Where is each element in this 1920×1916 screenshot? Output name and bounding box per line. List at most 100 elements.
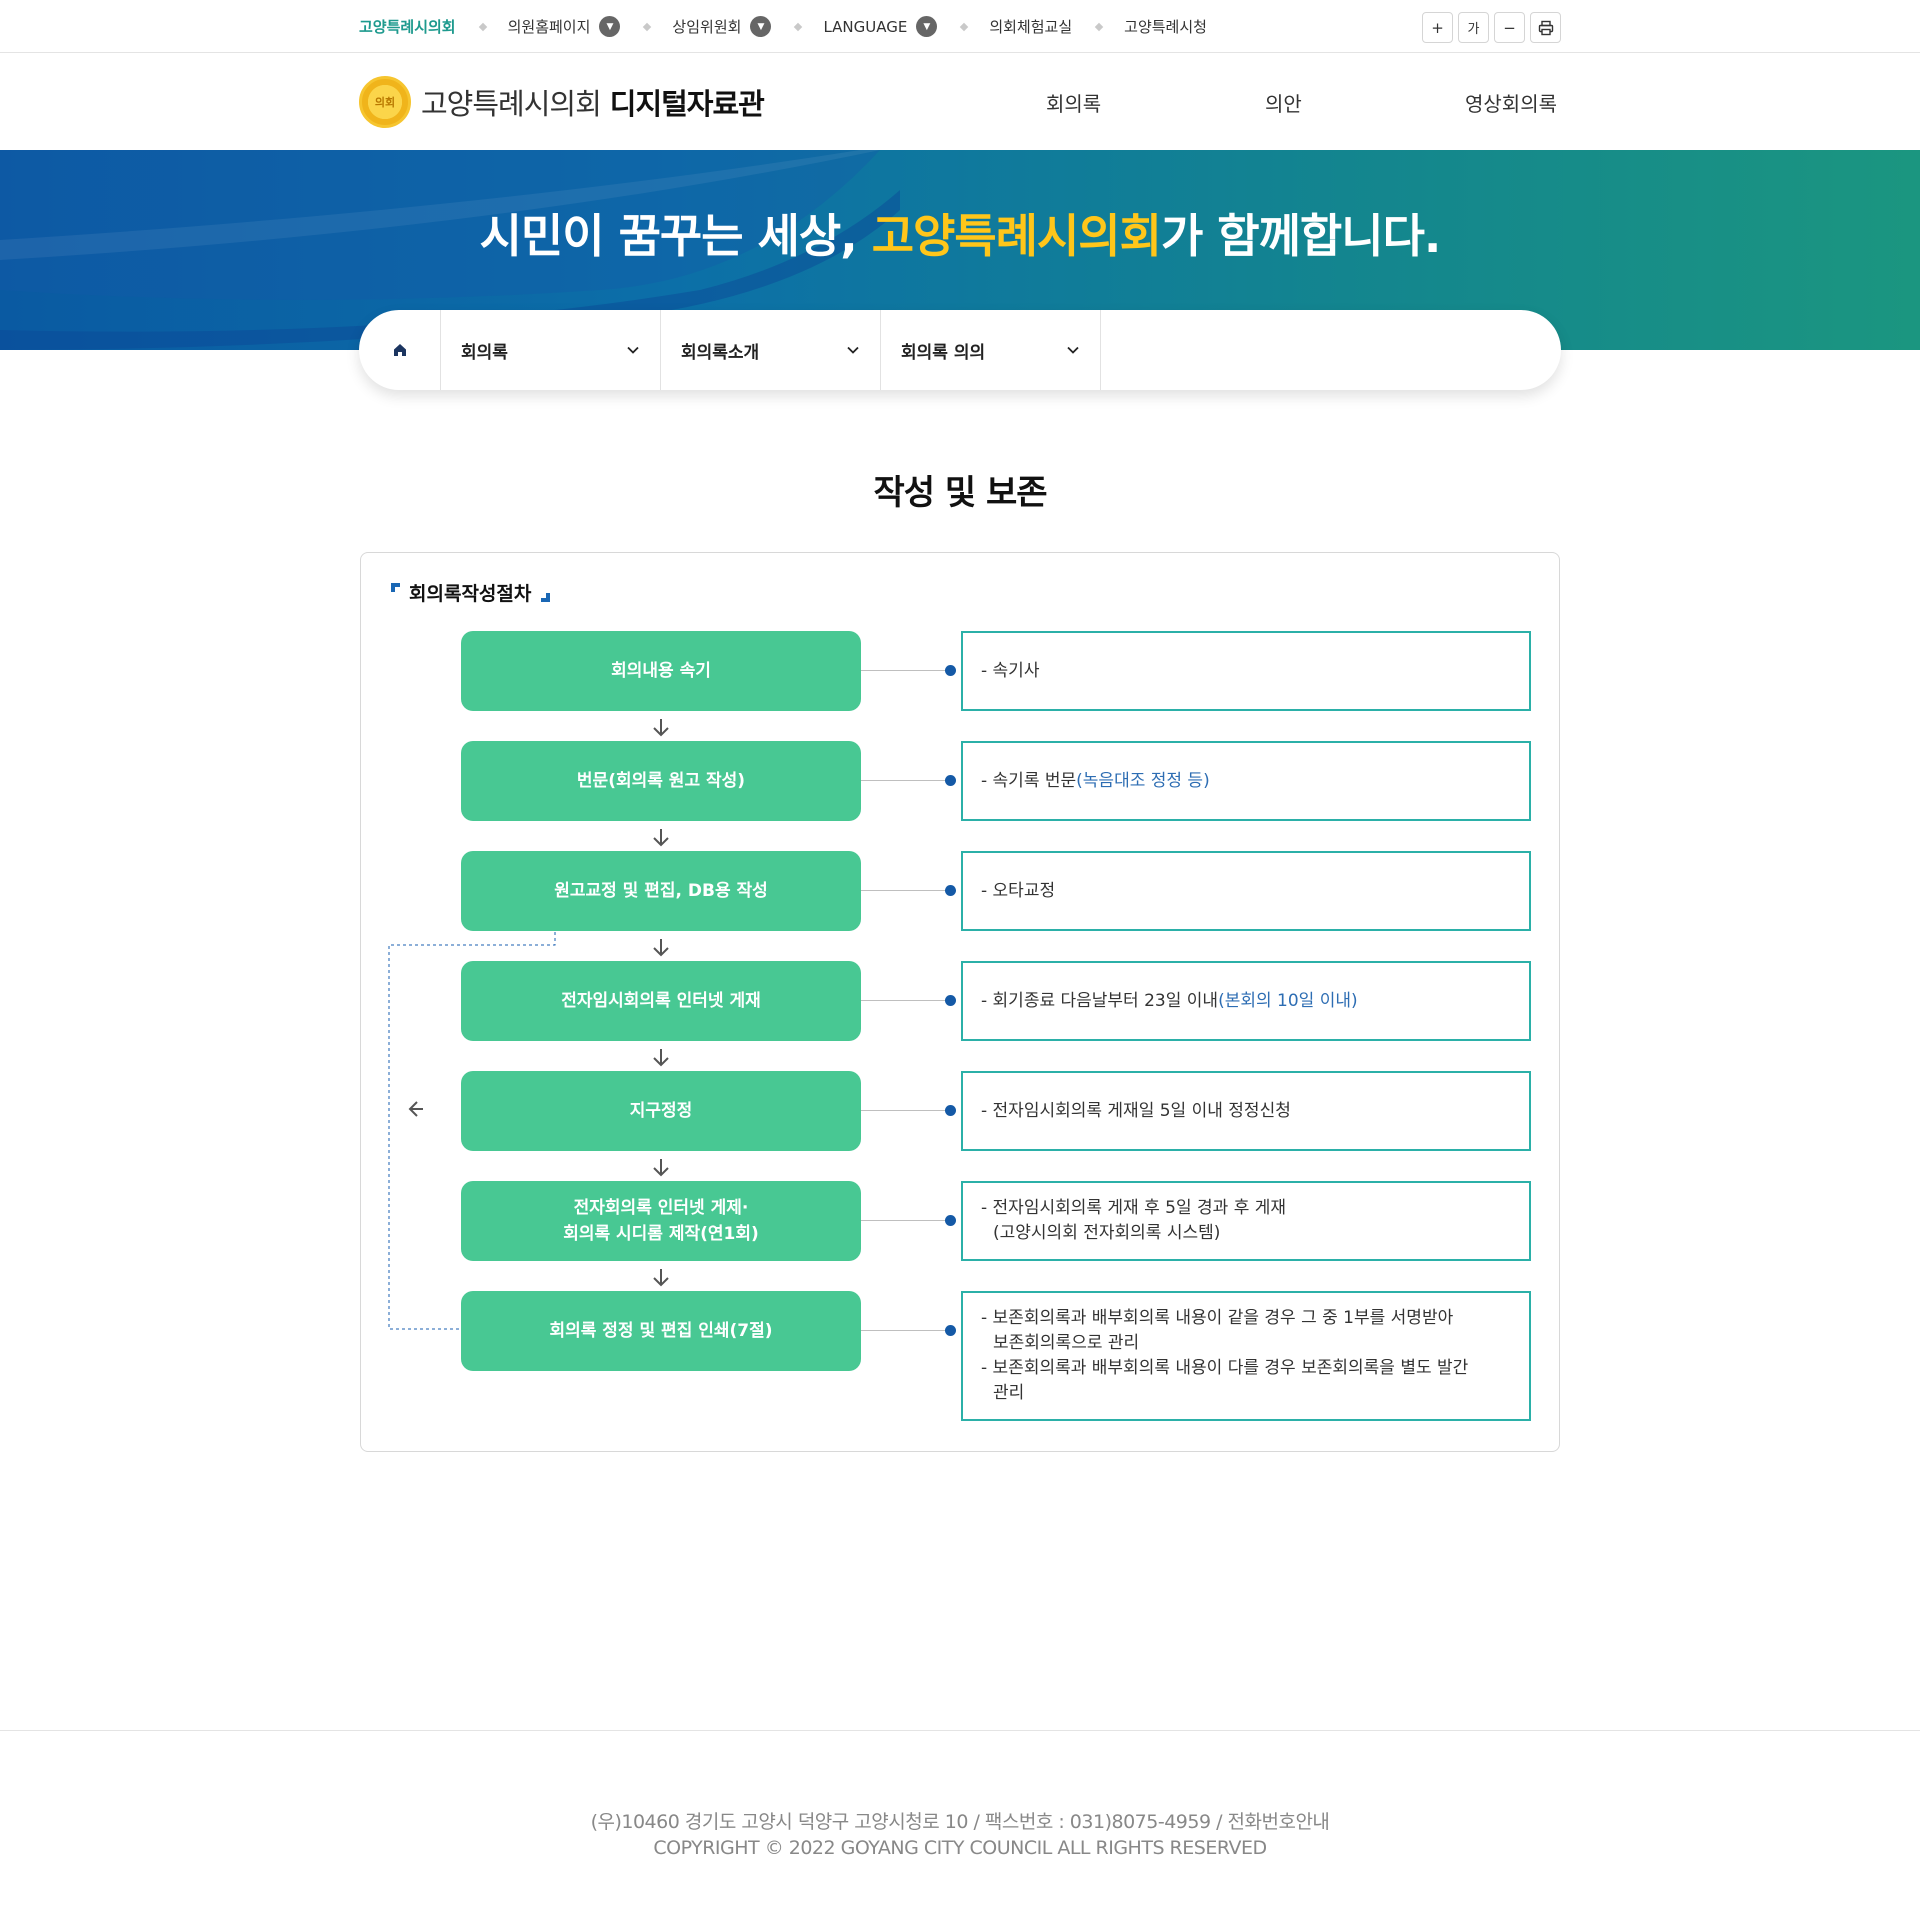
utility-bar: 고양특례시의회 의원홈페이지 ▼ 상임위원회 ▼ LANGUAGE ▼ 의회체험교실 … bbox=[0, 0, 1920, 53]
council-emblem: 의회 bbox=[359, 76, 411, 128]
connector-dot bbox=[945, 665, 956, 676]
desc-accent: (녹음대조 정정 등) bbox=[1076, 770, 1210, 791]
step-description: - 전자임시회의록 게재일 5일 이내 정정신청 bbox=[961, 1071, 1531, 1151]
connector-dot bbox=[945, 1215, 956, 1226]
desc-text: - 속기사 bbox=[981, 660, 1040, 681]
location-label: 회의록소개 bbox=[681, 342, 760, 363]
arrow-down-icon bbox=[653, 829, 669, 847]
flow-step: 원고교정 및 편집, DB용 작성 bbox=[461, 851, 861, 931]
util-link-committee[interactable]: 상임위원회 ▼ bbox=[672, 16, 772, 37]
logo-archive-name: 디지털자료관 bbox=[609, 87, 765, 121]
nav-minutes[interactable]: 회의록 bbox=[1046, 88, 1101, 117]
flow-step: 번문(회의록 원고 작성) bbox=[461, 741, 861, 821]
arrow-down-icon bbox=[653, 1269, 669, 1287]
location-label: 회의록 bbox=[461, 342, 508, 363]
arrow-down-icon bbox=[653, 719, 669, 737]
connector-dot bbox=[945, 1325, 956, 1336]
chevron-down-icon[interactable]: ▼ bbox=[750, 16, 772, 37]
util-link-experience[interactable]: 의회체험교실 bbox=[989, 16, 1072, 37]
desc-text: - 전자임시회의록 게재일 5일 이내 정정신청 bbox=[981, 1100, 1291, 1121]
chevron-down-icon[interactable]: ▼ bbox=[916, 16, 938, 37]
step-connector bbox=[861, 780, 949, 781]
util-link-label: 상임위원회 bbox=[672, 18, 742, 36]
footer-copyright: COPYRIGHT © 2022 GOYANG CITY COUNCIL ALL… bbox=[653, 1837, 1267, 1859]
slogan-part-2: 가 함께합니다. bbox=[1160, 209, 1441, 263]
nav-bills[interactable]: 의안 bbox=[1265, 88, 1302, 117]
slogan-highlight: 고양특례시의회 bbox=[871, 209, 1162, 263]
util-separator bbox=[643, 22, 652, 31]
step-label: 번문(회의록 원고 작성) bbox=[576, 771, 746, 791]
step-label: 회의록 시디롬 제작(연1회) bbox=[563, 1224, 759, 1244]
desc-text: - 보존회의록과 배부회의록 내용이 같을 경우 그 중 1부를 서명받아 bbox=[981, 1308, 1454, 1328]
procedure-box: 회의록작성절차 회의내용 속기 - 속기사 번문(회의록 원고 작성) - 속기… bbox=[360, 552, 1560, 1452]
desc-text: 보존회의록으로 관리 bbox=[993, 1333, 1140, 1353]
flow-step: 전자임시회의록 인터넷 게재 bbox=[461, 961, 861, 1041]
util-link-label: 고양특례시청 bbox=[1124, 18, 1207, 36]
font-size-button[interactable]: 가 bbox=[1458, 12, 1489, 43]
desc-text: - 보존회의록과 배부회의록 내용이 다를 경우 보존회의록을 별도 발간 bbox=[981, 1358, 1469, 1378]
step-description: - 보존회의록과 배부회의록 내용이 같을 경우 그 중 1부를 서명받아 보존… bbox=[961, 1291, 1531, 1421]
flow-step: 전자회의록 인터넷 게제· 회의록 시디롬 제작(연1회) bbox=[461, 1181, 861, 1261]
site-footer: (우)10460 경기도 고양시 덕양구 고양시청로 10 / 팩스번호 : 0… bbox=[0, 1730, 1920, 1916]
desc-text: 관리 bbox=[993, 1383, 1025, 1403]
location-label: 회의록 의의 bbox=[901, 342, 986, 363]
zoom-in-button[interactable]: + bbox=[1422, 12, 1453, 43]
connector-dot bbox=[945, 1105, 956, 1116]
util-link-label: 고양특례시의회 bbox=[359, 18, 456, 36]
location-home[interactable] bbox=[359, 310, 441, 390]
desc-text: (고양시의회 전자회의록 시스템) bbox=[993, 1223, 1221, 1243]
printer-icon bbox=[1538, 20, 1553, 35]
site-header: 의회 고양특례시의회 디지털자료관 회의록 의안 영상회의록 bbox=[0, 54, 1920, 150]
banner-slogan: 시민이 꿈꾸는 세상, 고양특례시의회가 함께합니다. bbox=[0, 200, 1920, 266]
desc-accent: (본회의 10일 이내) bbox=[1218, 990, 1358, 1011]
location-depth-3[interactable]: 회의록 의의 bbox=[881, 310, 1101, 390]
arrow-down-icon bbox=[653, 1049, 669, 1067]
arrow-down-icon bbox=[653, 939, 669, 957]
nav-video-minutes[interactable]: 영상회의록 bbox=[1465, 88, 1557, 117]
util-separator bbox=[478, 22, 487, 31]
location-depth-2[interactable]: 회의록소개 bbox=[661, 310, 881, 390]
zoom-out-button[interactable]: − bbox=[1494, 12, 1525, 43]
step-label: 지구정정 bbox=[629, 1101, 693, 1121]
connector-dot bbox=[945, 885, 956, 896]
chevron-down-icon bbox=[627, 346, 639, 354]
util-link-language[interactable]: LANGUAGE ▼ bbox=[823, 16, 938, 37]
chevron-down-icon bbox=[847, 346, 859, 354]
arrow-down-icon bbox=[653, 1159, 669, 1177]
location-depth-1[interactable]: 회의록 bbox=[441, 310, 661, 390]
util-link-label: LANGUAGE bbox=[823, 17, 908, 36]
location-bar: 회의록 회의록소개 회의록 의의 bbox=[359, 310, 1561, 390]
util-link-council[interactable]: 고양특례시의회 bbox=[359, 16, 456, 37]
util-link-city-hall[interactable]: 고양특례시청 bbox=[1124, 16, 1207, 37]
util-link-member-homepage[interactable]: 의원홈페이지 ▼ bbox=[508, 16, 621, 37]
utility-links: 고양특례시의회 의원홈페이지 ▼ 상임위원회 ▼ LANGUAGE ▼ 의회체험교실 … bbox=[359, 0, 1561, 53]
chevron-down-icon bbox=[1067, 346, 1079, 354]
step-connector bbox=[861, 1220, 949, 1221]
footer-address: (우)10460 경기도 고양시 덕양구 고양시청로 10 / 팩스번호 : 0… bbox=[590, 1811, 1330, 1833]
util-link-label: 의회체험교실 bbox=[989, 18, 1073, 36]
step-connector bbox=[861, 1330, 949, 1331]
util-separator bbox=[794, 22, 803, 31]
step-description: - 속기사 bbox=[961, 631, 1531, 711]
desc-text: - 오타교정 bbox=[981, 880, 1056, 901]
step-description: - 오타교정 bbox=[961, 851, 1531, 931]
util-separator bbox=[960, 22, 969, 31]
flow-step: 회의내용 속기 bbox=[461, 631, 861, 711]
site-logo[interactable]: 의회 고양특례시의회 디지털자료관 bbox=[359, 74, 765, 130]
util-tools: + 가 − bbox=[1422, 12, 1561, 43]
print-button[interactable] bbox=[1530, 12, 1561, 43]
util-link-label: 의원홈페이지 bbox=[507, 18, 591, 36]
util-separator bbox=[1094, 22, 1104, 31]
slogan-part-1: 시민이 꿈꾸는 세상, bbox=[479, 209, 872, 263]
page-title-text: 작성 및 보존 bbox=[865, 465, 1055, 520]
step-label: 전자임시회의록 인터넷 게재 bbox=[561, 991, 761, 1011]
chevron-down-icon[interactable]: ▼ bbox=[599, 16, 621, 37]
step-label: 원고교정 및 편집, DB용 작성 bbox=[554, 881, 768, 901]
desc-text: - 전자임시회의록 게재 후 5일 경과 후 게재 bbox=[981, 1198, 1287, 1218]
page-title: 작성 및 보존 bbox=[0, 465, 1920, 520]
step-label: 전자회의록 인터넷 게제· bbox=[573, 1198, 749, 1218]
step-description: - 전자임시회의록 게재 후 5일 경과 후 게재 (고양시의회 전자회의록 시… bbox=[961, 1181, 1531, 1261]
step-connector bbox=[861, 1000, 949, 1001]
desc-text: - 속기록 번문 bbox=[981, 770, 1077, 791]
logo-council-name: 고양특례시의회 bbox=[421, 87, 602, 121]
